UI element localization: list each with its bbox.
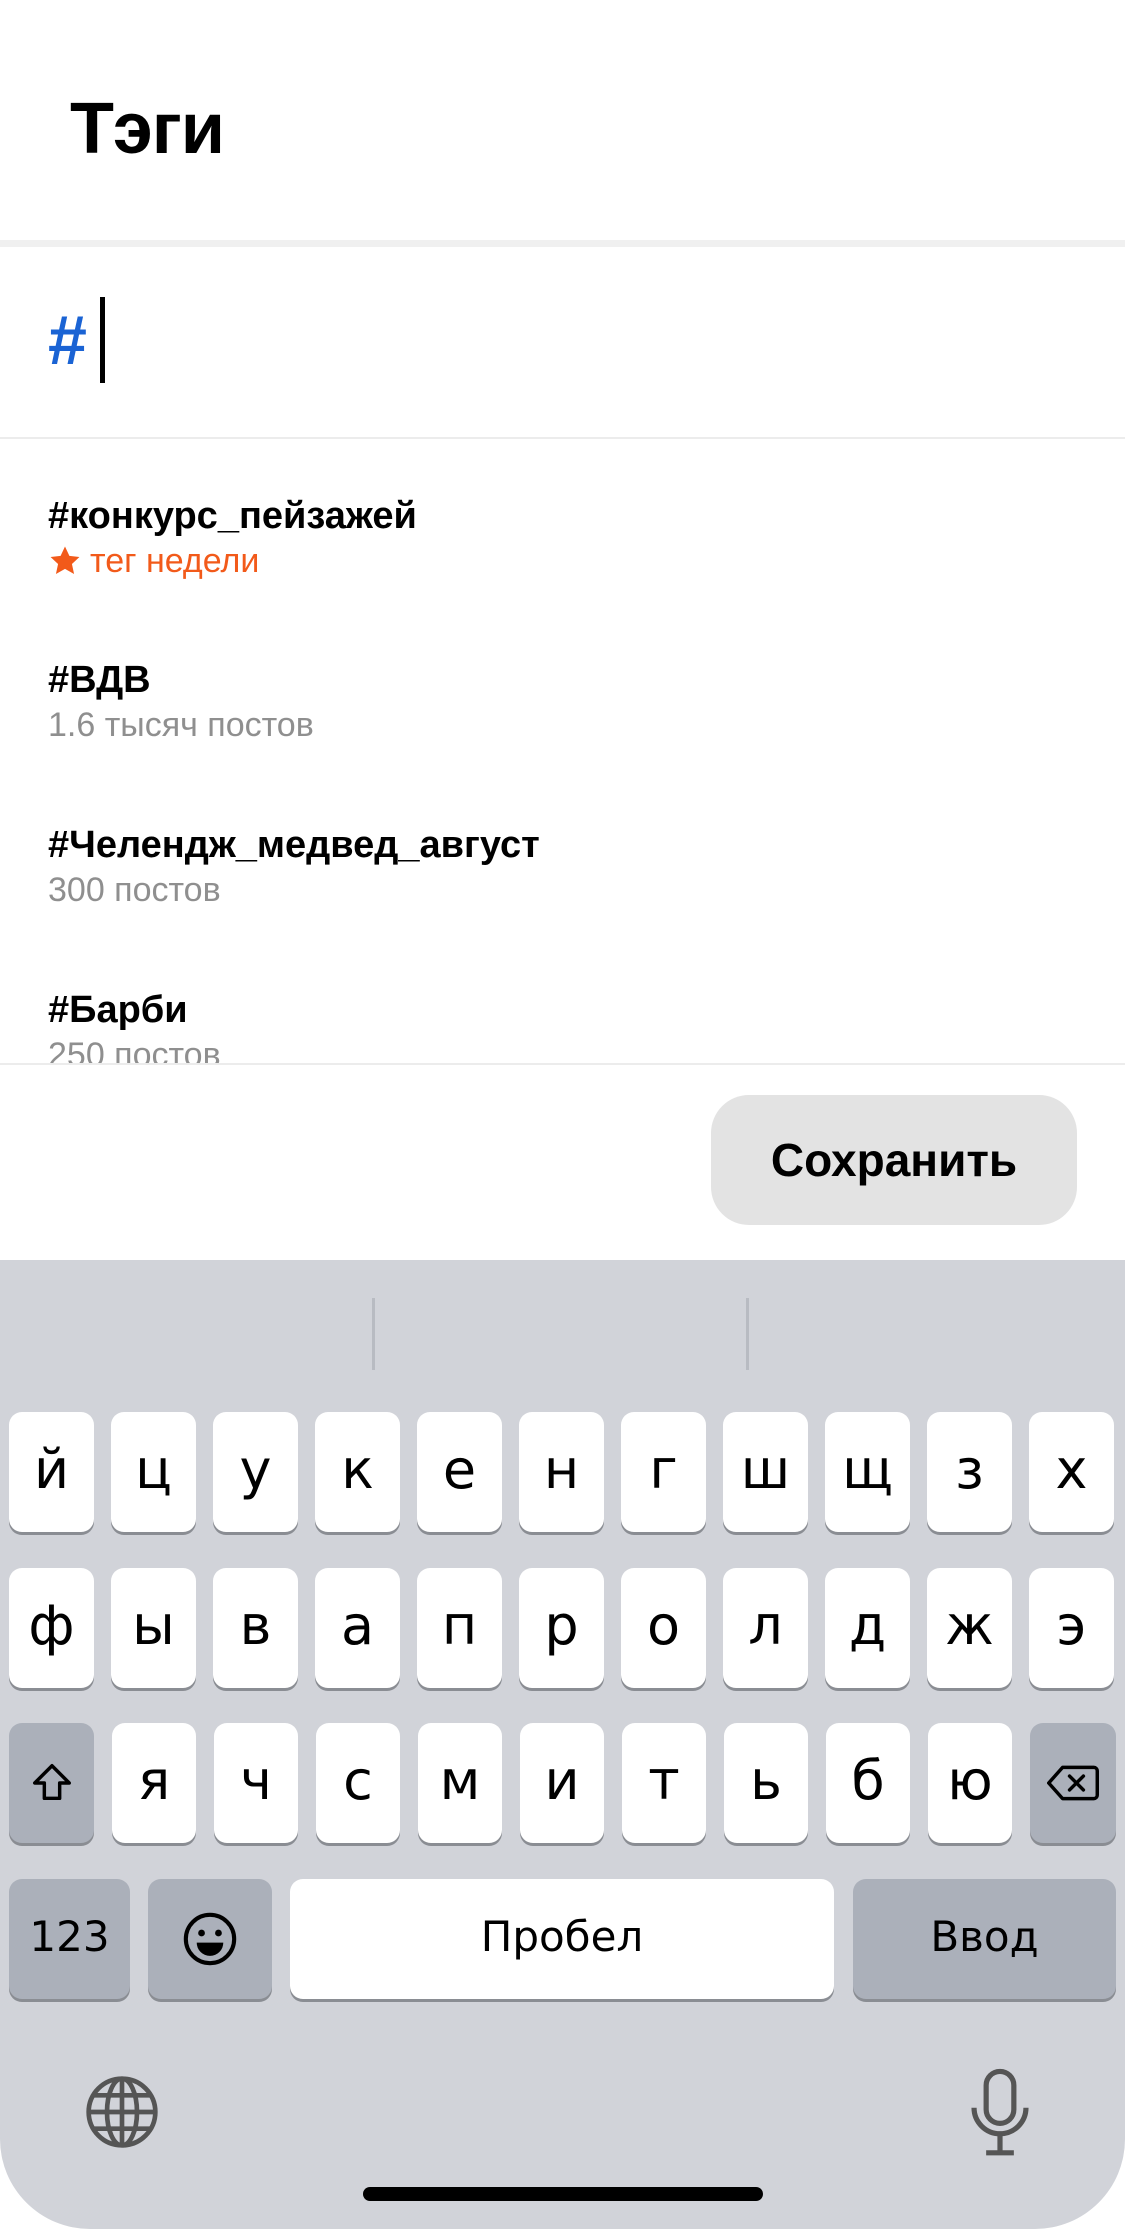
key-х[interactable]: х xyxy=(1029,1412,1114,1532)
home-indicator xyxy=(363,2187,763,2201)
key-ш[interactable]: ш xyxy=(723,1412,808,1532)
tag-suggestion-item[interactable]: #конкурс_пейзажей тег недели xyxy=(48,493,1048,583)
key-щ[interactable]: щ xyxy=(825,1412,910,1532)
key-я[interactable]: я xyxy=(112,1723,196,1843)
key-и[interactable]: и xyxy=(520,1723,604,1843)
star-icon xyxy=(50,546,80,575)
key-ч[interactable]: ч xyxy=(214,1723,298,1843)
key-л[interactable]: л xyxy=(723,1568,808,1688)
key-б[interactable]: б xyxy=(826,1723,910,1843)
key-в[interactable]: в xyxy=(213,1568,298,1688)
numbers-key[interactable]: 123 xyxy=(9,1879,130,1999)
key-ж[interactable]: ж xyxy=(927,1568,1012,1688)
tag-input[interactable]: # xyxy=(0,247,1125,439)
page-title: Тэги xyxy=(70,89,225,169)
tag-suggestions-list[interactable]: #конкурс_пейзажей тег недели #ВДВ 1.6 ты… xyxy=(0,441,1125,1063)
tag-suggestion-item[interactable]: #Челендж_медвед_август 300 постов xyxy=(48,822,1048,912)
text-caret xyxy=(100,297,105,383)
bottom-action-bar: Сохранить xyxy=(0,1063,1125,1260)
microphone-icon[interactable] xyxy=(965,2068,1035,2158)
key-с[interactable]: с xyxy=(316,1723,400,1843)
key-ю[interactable]: ю xyxy=(928,1723,1012,1843)
key-м[interactable]: м xyxy=(418,1723,502,1843)
key-ы[interactable]: ы xyxy=(111,1568,196,1688)
tag-subtitle-row: тег недели xyxy=(48,539,1048,583)
key-е[interactable]: е xyxy=(417,1412,502,1532)
shift-key[interactable] xyxy=(9,1723,94,1843)
tag-name: #Барби xyxy=(48,989,188,1031)
backspace-icon xyxy=(1047,1765,1099,1801)
key-а[interactable]: а xyxy=(315,1568,400,1688)
tag-subtitle: 250 постов xyxy=(48,1036,221,1063)
key-о[interactable]: о xyxy=(621,1568,706,1688)
key-г[interactable]: г xyxy=(621,1412,706,1532)
keyboard: йцукенгшщзх фывапролджэ ячсмитьбю 123 Пр… xyxy=(0,1260,1125,2229)
globe-icon[interactable] xyxy=(82,2072,162,2152)
space-key[interactable]: Пробел xyxy=(290,1879,834,1999)
suggestion-separator xyxy=(372,1298,375,1370)
hash-prefix: # xyxy=(48,301,87,379)
key-й[interactable]: й xyxy=(9,1412,94,1532)
key-д[interactable]: д xyxy=(825,1568,910,1688)
tag-suggestion-item[interactable]: #Барби 250 постов xyxy=(48,987,1048,1063)
tag-subtitle: тег недели xyxy=(90,542,260,580)
tag-subtitle: 1.6 тысяч постов xyxy=(48,706,314,744)
key-у[interactable]: у xyxy=(213,1412,298,1532)
shift-icon xyxy=(32,1764,71,1801)
save-button[interactable]: Сохранить xyxy=(711,1095,1077,1225)
key-н[interactable]: н xyxy=(519,1412,604,1532)
key-ц[interactable]: ц xyxy=(111,1412,196,1532)
key-з[interactable]: з xyxy=(927,1412,1012,1532)
key-р[interactable]: р xyxy=(519,1568,604,1688)
backspace-key[interactable] xyxy=(1030,1723,1116,1843)
return-key[interactable]: Ввод xyxy=(853,1879,1116,1999)
header-divider xyxy=(0,240,1125,247)
tag-name: #Челендж_медвед_август xyxy=(48,824,540,866)
emoji-icon xyxy=(183,1912,237,1966)
key-э[interactable]: э xyxy=(1029,1568,1114,1688)
tag-name: #конкурс_пейзажей xyxy=(48,495,417,537)
key-п[interactable]: п xyxy=(417,1568,502,1688)
key-ф[interactable]: ф xyxy=(9,1568,94,1688)
tag-suggestion-item[interactable]: #ВДВ 1.6 тысяч постов xyxy=(48,657,1048,747)
header: Тэги xyxy=(0,0,1125,240)
emoji-key[interactable] xyxy=(148,1879,272,1999)
key-ь[interactable]: ь xyxy=(724,1723,808,1843)
tag-name: #ВДВ xyxy=(48,659,151,701)
tag-subtitle: 300 постов xyxy=(48,871,221,909)
key-к[interactable]: к xyxy=(315,1412,400,1532)
suggestion-separator xyxy=(746,1298,749,1370)
key-т[interactable]: т xyxy=(622,1723,706,1843)
